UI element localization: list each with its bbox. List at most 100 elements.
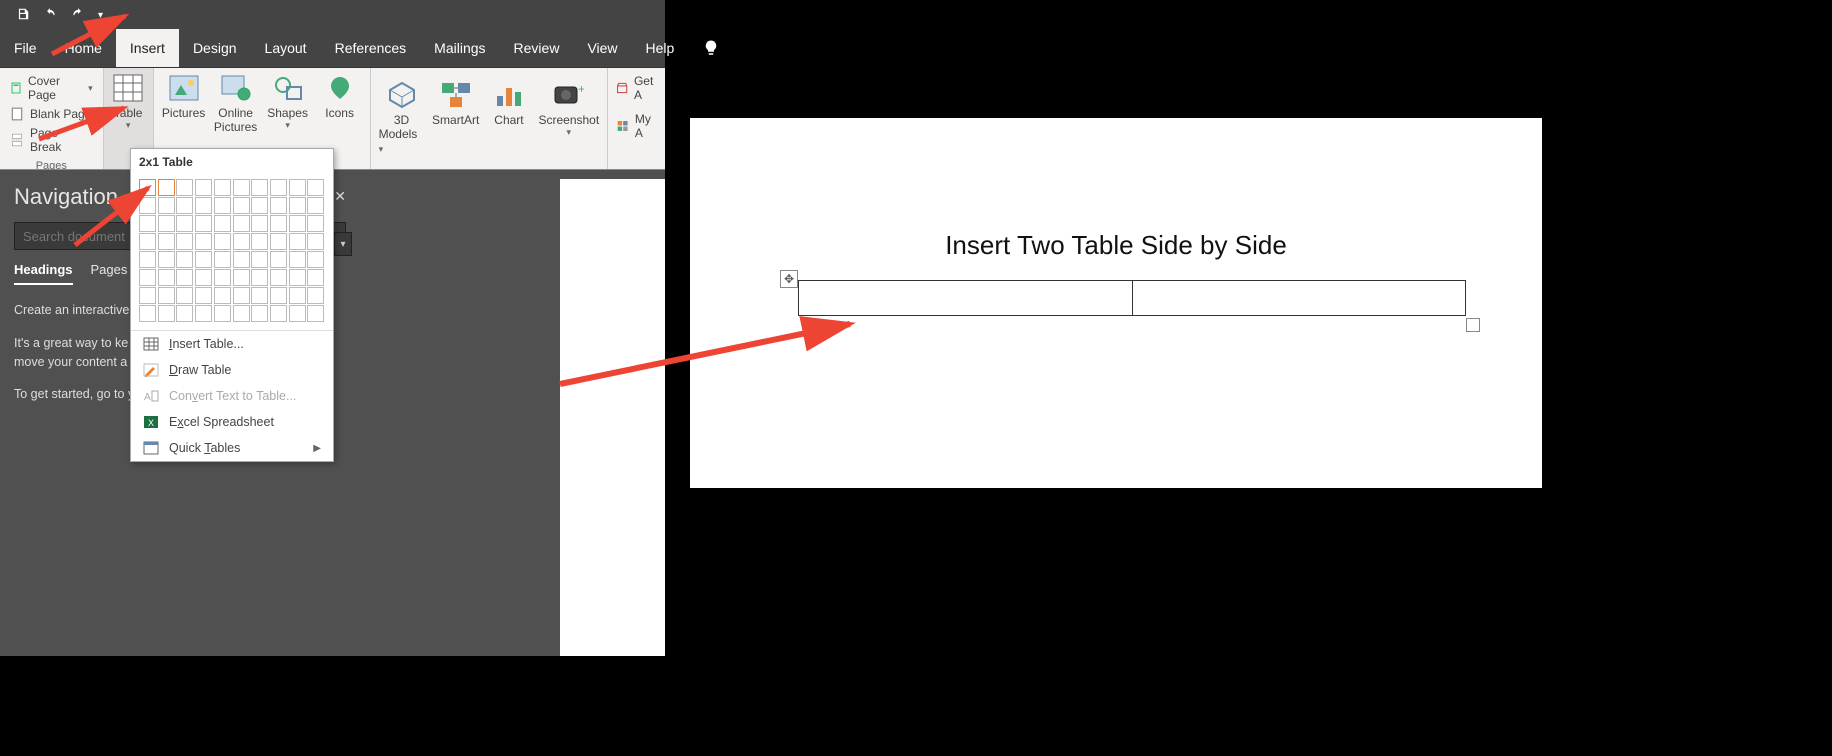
table-grid-cell[interactable] (233, 305, 250, 322)
tab-insert[interactable]: Insert (116, 29, 179, 67)
my-addins-button[interactable]: My A (616, 112, 657, 140)
table-grid-cell[interactable] (270, 269, 287, 286)
table-grid-cell[interactable] (233, 233, 250, 250)
table-grid-cell[interactable] (270, 215, 287, 232)
table-grid-cell[interactable] (289, 179, 306, 196)
table-grid-cell[interactable] (251, 269, 268, 286)
table-grid-cell[interactable] (214, 305, 231, 322)
table-cell[interactable] (799, 281, 1133, 315)
table-grid-cell[interactable] (289, 305, 306, 322)
table-grid-cell[interactable] (195, 233, 212, 250)
nav-tab-pages[interactable]: Pages (91, 262, 128, 285)
convert-text-item[interactable]: A Convert Text to Table... (131, 383, 333, 409)
draw-table-item[interactable]: Draw Table (131, 357, 333, 383)
table-grid-cell[interactable] (214, 269, 231, 286)
smartart-button[interactable]: SmartArt (428, 77, 483, 161)
table-grid-cell[interactable] (176, 287, 193, 304)
table-grid-cell[interactable] (195, 287, 212, 304)
table-grid-cell[interactable] (176, 197, 193, 214)
table-grid-cell[interactable] (214, 179, 231, 196)
table-grid-cell[interactable] (176, 305, 193, 322)
table-grid-cell[interactable] (270, 197, 287, 214)
table-grid-cell[interactable] (251, 197, 268, 214)
table-grid-cell[interactable] (158, 179, 175, 196)
tab-review[interactable]: Review (500, 29, 574, 67)
table-grid-cell[interactable] (233, 179, 250, 196)
table-grid-cell[interactable] (307, 179, 324, 196)
table-grid-cell[interactable] (307, 251, 324, 268)
table-grid-cell[interactable] (251, 251, 268, 268)
table-grid-cell[interactable] (139, 179, 156, 196)
search-options-dropdown[interactable]: ▾ (334, 232, 352, 256)
table-grid-cell[interactable] (158, 269, 175, 286)
table-grid-cell[interactable] (158, 233, 175, 250)
tab-design[interactable]: Design (179, 29, 251, 67)
tell-me-icon[interactable] (688, 29, 734, 67)
pictures-button[interactable]: Pictures (158, 70, 210, 154)
table-grid-cell[interactable] (139, 305, 156, 322)
undo-icon[interactable] (42, 7, 58, 24)
screenshot-button[interactable]: +Screenshot▾ (535, 77, 603, 161)
table-grid-cell[interactable] (139, 215, 156, 232)
table-grid-cell[interactable] (251, 215, 268, 232)
table-grid-cell[interactable] (214, 215, 231, 232)
table-grid-cell[interactable] (307, 233, 324, 250)
quick-tables-item[interactable]: Quick Tables ▶ (131, 435, 333, 461)
table-grid-cell[interactable] (233, 215, 250, 232)
cover-page-button[interactable]: Cover Page▾ (10, 74, 93, 102)
table-grid-cell[interactable] (176, 269, 193, 286)
table-grid-cell[interactable] (233, 287, 250, 304)
nav-tab-headings[interactable]: Headings (14, 262, 73, 285)
insert-table-item[interactable]: Insert Table... (131, 331, 333, 357)
shapes-button[interactable]: Shapes▾ (262, 70, 314, 154)
table-move-handle[interactable]: ✥ (780, 270, 798, 288)
tab-file[interactable]: File (0, 29, 51, 67)
result-table[interactable] (798, 280, 1466, 316)
table-grid-cell[interactable] (158, 287, 175, 304)
online-pictures-button[interactable]: OnlinePictures (210, 70, 262, 154)
table-grid-cell[interactable] (195, 197, 212, 214)
table-grid-cell[interactable] (233, 197, 250, 214)
tab-home[interactable]: Home (51, 29, 116, 67)
table-grid-cell[interactable] (139, 269, 156, 286)
tab-mailings[interactable]: Mailings (420, 29, 499, 67)
table-size-grid[interactable] (131, 175, 333, 330)
chart-button[interactable]: Chart (483, 77, 535, 161)
table-grid-cell[interactable] (176, 251, 193, 268)
table-grid-cell[interactable] (270, 179, 287, 196)
tab-references[interactable]: References (321, 29, 421, 67)
table-grid-cell[interactable] (195, 179, 212, 196)
table-grid-cell[interactable] (270, 233, 287, 250)
table-grid-cell[interactable] (139, 287, 156, 304)
table-cell[interactable] (1133, 281, 1466, 315)
page-break-button[interactable]: Page Break (10, 126, 93, 154)
table-grid-cell[interactable] (195, 251, 212, 268)
table-grid-cell[interactable] (214, 287, 231, 304)
table-grid-cell[interactable] (139, 233, 156, 250)
table-grid-cell[interactable] (289, 287, 306, 304)
table-grid-cell[interactable] (176, 179, 193, 196)
table-grid-cell[interactable] (307, 197, 324, 214)
table-grid-cell[interactable] (158, 197, 175, 214)
table-grid-cell[interactable] (307, 269, 324, 286)
table-grid-cell[interactable] (139, 251, 156, 268)
table-grid-cell[interactable] (158, 305, 175, 322)
table-grid-cell[interactable] (289, 197, 306, 214)
tab-view[interactable]: View (573, 29, 631, 67)
table-grid-cell[interactable] (176, 215, 193, 232)
blank-page-button[interactable]: Blank Page (10, 106, 93, 122)
table-grid-cell[interactable] (233, 269, 250, 286)
table-grid-cell[interactable] (176, 233, 193, 250)
table-grid-cell[interactable] (195, 269, 212, 286)
table-grid-cell[interactable] (214, 197, 231, 214)
redo-icon[interactable] (70, 7, 86, 24)
excel-spreadsheet-item[interactable]: X Excel Spreadsheet (131, 409, 333, 435)
get-addins-button[interactable]: Get A (616, 74, 657, 102)
table-grid-cell[interactable] (214, 233, 231, 250)
table-resize-handle[interactable] (1466, 318, 1480, 332)
save-icon[interactable] (16, 7, 30, 24)
table-grid-cell[interactable] (251, 305, 268, 322)
table-grid-cell[interactable] (270, 287, 287, 304)
table-grid-cell[interactable] (307, 305, 324, 322)
table-grid-cell[interactable] (214, 251, 231, 268)
